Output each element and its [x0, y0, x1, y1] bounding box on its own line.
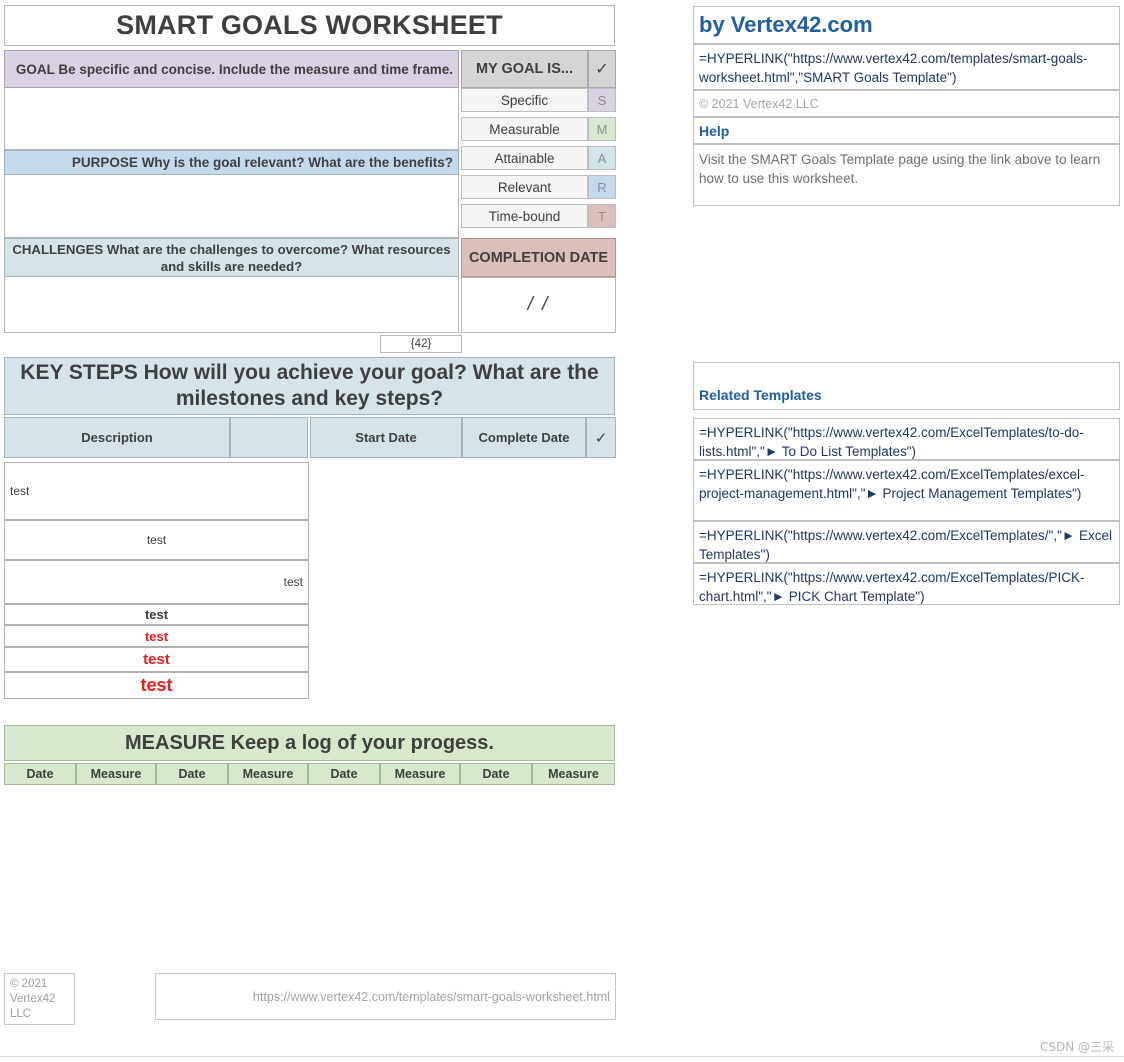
- smart-criterion-measurable[interactable]: Measurable: [461, 117, 588, 141]
- measure-column-measure-8: Measure: [532, 763, 615, 785]
- smart-criterion-specific[interactable]: Specific: [461, 88, 588, 112]
- key-steps-column-check-icon: ✓: [586, 417, 616, 458]
- key-step-row-7[interactable]: test: [4, 672, 309, 699]
- footer-copyright-line1: © 2021: [10, 977, 48, 990]
- related-link-formula-3[interactable]: =HYPERLINK("https://www.vertex42.com/Exc…: [693, 521, 1120, 563]
- row-count-cell: {42}: [380, 335, 462, 353]
- key-steps-column-description: Description: [4, 417, 230, 458]
- my-goal-is-header: MY GOAL IS...: [461, 50, 588, 88]
- bottom-divider: [0, 1056, 1124, 1057]
- challenges-section-header: CHALLENGES What are the challenges to ov…: [4, 238, 459, 277]
- footer-url[interactable]: https://www.vertex42.com/templates/smart…: [155, 973, 616, 1020]
- key-step-row-6[interactable]: test: [4, 647, 309, 672]
- smart-letter-m: M: [588, 117, 616, 141]
- key-step-description: test: [143, 651, 170, 668]
- key-step-row-3[interactable]: test: [4, 560, 309, 604]
- key-steps-column-blank: [230, 417, 308, 458]
- related-link-formula-2[interactable]: =HYPERLINK("https://www.vertex42.com/Exc…: [693, 460, 1120, 521]
- key-step-description: test: [144, 628, 169, 644]
- watermark: CSDN @三采: [1039, 1040, 1114, 1054]
- key-step-description: test: [140, 675, 173, 695]
- smart-criterion-relevant[interactable]: Relevant: [461, 175, 588, 199]
- smart-criterion-attainable[interactable]: Attainable: [461, 146, 588, 170]
- measure-column-date-3: Date: [156, 763, 228, 785]
- footer-copyright-line2: Vertex42: [10, 992, 56, 1005]
- key-step-description: test: [283, 575, 303, 589]
- smart-goals-worksheet: SMART GOALS WORKSHEET GOAL Be specific a…: [0, 0, 1124, 1062]
- template-link-formula[interactable]: =HYPERLINK("https://www.vertex42.com/tem…: [693, 44, 1120, 90]
- goal-section-header: GOAL Be specific and concise. Include th…: [4, 50, 459, 88]
- related-templates-title: Related Templates: [693, 362, 1120, 410]
- footer-copyright: © 2021 Vertex42 LLC: [4, 973, 75, 1025]
- key-steps-section-header: KEY STEPS How will you achieve your goal…: [4, 357, 615, 415]
- measure-column-measure-2: Measure: [76, 763, 156, 785]
- smart-letter-s: S: [588, 88, 616, 112]
- smart-criterion-time-bound[interactable]: Time-bound: [461, 204, 588, 228]
- checkmark-icon: ✓: [588, 50, 616, 88]
- measure-section-header: MEASURE Keep a log of your progess.: [4, 725, 615, 761]
- key-step-row-5[interactable]: test: [4, 625, 309, 647]
- key-step-row-1[interactable]: test: [4, 462, 309, 520]
- smart-letter-t: T: [588, 204, 616, 228]
- smart-letter-r: R: [588, 175, 616, 199]
- measure-column-measure-4: Measure: [228, 763, 308, 785]
- smart-letter-a: A: [588, 146, 616, 170]
- vertex42-brand[interactable]: by Vertex42.com: [693, 6, 1120, 44]
- related-link-formula-1[interactable]: =HYPERLINK("https://www.vertex42.com/Exc…: [693, 418, 1120, 460]
- completion-date-input[interactable]: / /: [461, 277, 616, 333]
- help-text: Visit the SMART Goals Template page usin…: [693, 144, 1120, 206]
- challenges-input-area[interactable]: [4, 277, 459, 333]
- page-title: SMART GOALS WORKSHEET: [4, 5, 615, 46]
- measure-column-date-5: Date: [308, 763, 380, 785]
- purpose-section-header: PURPOSE Why is the goal relevant? What a…: [4, 150, 459, 175]
- completion-date-header: COMPLETION DATE: [461, 238, 616, 277]
- measure-column-date-1: Date: [4, 763, 76, 785]
- measure-column-date-7: Date: [460, 763, 532, 785]
- key-step-row-2[interactable]: test: [4, 520, 309, 560]
- purpose-input-area[interactable]: [4, 175, 459, 238]
- key-step-description: test: [144, 607, 169, 622]
- measure-column-measure-6: Measure: [380, 763, 460, 785]
- key-step-description: test: [146, 533, 167, 547]
- goal-input-area[interactable]: [4, 88, 459, 150]
- key-step-row-4[interactable]: test: [4, 604, 309, 625]
- key-steps-column-start-date: Start Date: [310, 417, 462, 458]
- key-step-description: test: [10, 484, 30, 498]
- key-steps-column-complete-date: Complete Date: [462, 417, 586, 458]
- footer-copyright-line3: LLC: [10, 1007, 32, 1020]
- related-link-formula-4[interactable]: =HYPERLINK("https://www.vertex42.com/Exc…: [693, 563, 1120, 605]
- side-panel-copyright: © 2021 Vertex42 LLC: [693, 90, 1120, 117]
- help-title: Help: [693, 117, 1120, 144]
